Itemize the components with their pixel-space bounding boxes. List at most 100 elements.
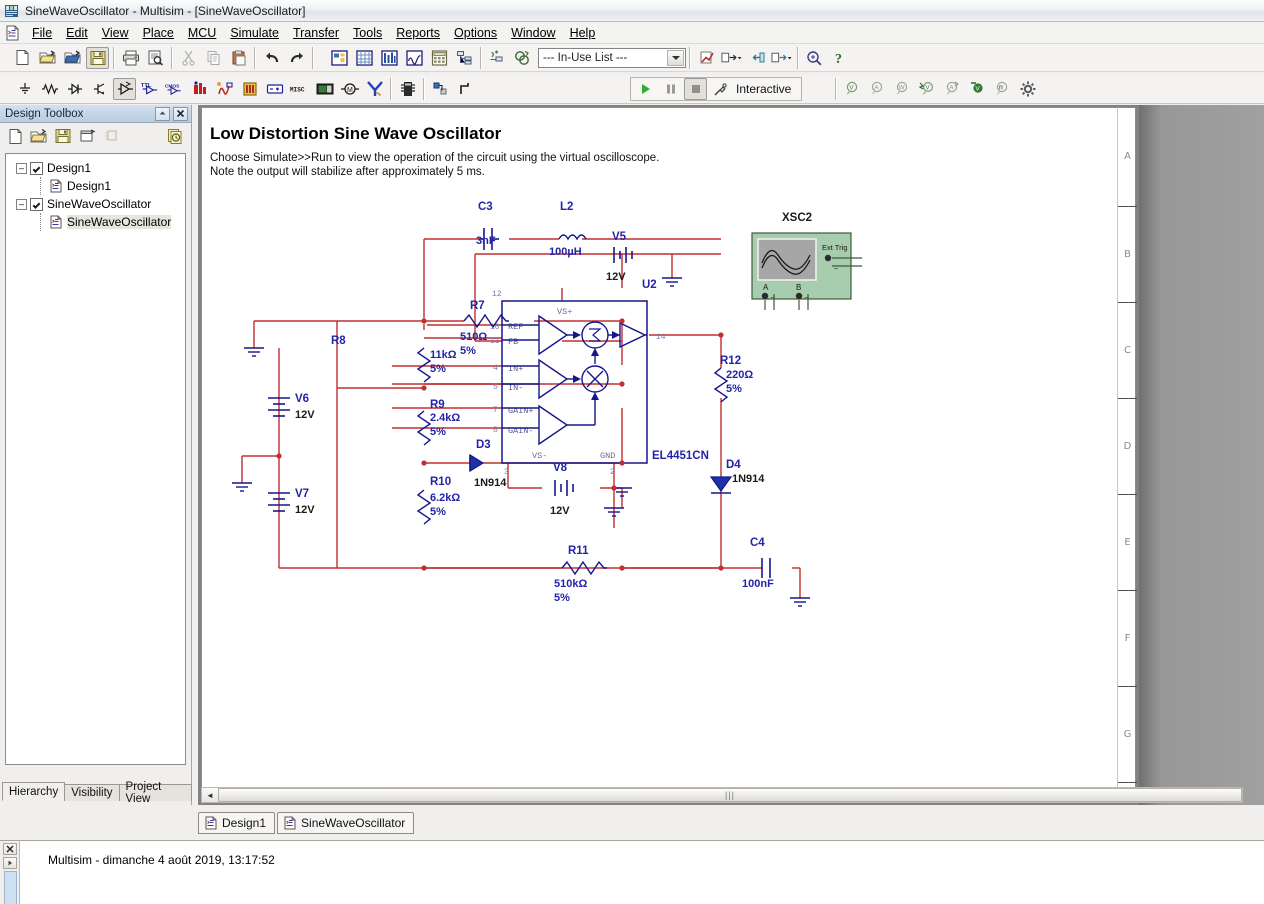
doc-tab-design1[interactable]: Design1 (198, 812, 276, 834)
component-XSC2[interactable]: XSC2 Ext Trig A B – – – (751, 212, 862, 310)
advanced-peripherals-icon[interactable] (313, 78, 336, 100)
new-sheet-icon[interactable] (3, 125, 27, 147)
help-icon[interactable]: ? (828, 47, 851, 69)
analog-icon[interactable] (113, 78, 136, 100)
scroll-thumb[interactable]: ||| (218, 788, 1242, 802)
open-design-icon[interactable] (61, 47, 84, 69)
close-icon[interactable] (2, 843, 17, 855)
create-component-icon[interactable] (486, 47, 509, 69)
run-play-icon[interactable] (634, 78, 657, 100)
component-R10[interactable]: R10 6.2kΩ 5% (416, 476, 460, 525)
referenced-voltage-probe-icon[interactable]: V (966, 78, 989, 100)
menu-window[interactable]: Window (504, 24, 562, 42)
menu-simulate[interactable]: Simulate (223, 24, 286, 42)
power-icon[interactable] (263, 78, 286, 100)
menu-reports[interactable]: Reports (389, 24, 447, 42)
probe-settings-icon[interactable] (1016, 78, 1039, 100)
rename-sheet-icon[interactable] (99, 125, 123, 147)
differential-voltage-probe-icon[interactable]: V (916, 78, 939, 100)
stop-icon[interactable] (684, 78, 707, 100)
toggle-design-toolbox-icon[interactable] (328, 47, 351, 69)
history-icon[interactable] (164, 125, 188, 147)
component-U2-ic[interactable]: VS+ VS- GND 12 10 11 4 5 7 8 3 2 14 REF (490, 290, 709, 477)
menu-mcu[interactable]: MCU (181, 24, 223, 42)
horizontal-scrollbar[interactable]: ◄ ||| (201, 787, 1243, 803)
menu-file[interactable]: File (25, 24, 59, 42)
redo-icon[interactable] (285, 47, 308, 69)
tab-visibility[interactable]: Visibility (64, 784, 120, 801)
circuit-schematic[interactable]: C3 3nF L2 100µH V5 12V U2 VS+ VS- GND 12… (202, 108, 1136, 795)
wattmeter-probe-icon[interactable]: W (891, 78, 914, 100)
in-use-list-select[interactable]: --- In-Use List --- (538, 47, 686, 68)
doc-tab-sinewaveoscillator[interactable]: SineWaveOscillator (277, 812, 415, 834)
new-icon[interactable] (11, 47, 34, 69)
save-icon[interactable] (86, 46, 109, 69)
minimize-icon[interactable] (155, 106, 170, 121)
tree-row[interactable]: – SineWaveOscillator (6, 195, 185, 213)
open-sheet-icon[interactable] (27, 125, 51, 147)
tree-row[interactable]: – Design1 (6, 159, 185, 177)
cut-icon[interactable] (177, 47, 200, 69)
undo-icon[interactable] (260, 47, 283, 69)
tree-expander-icon[interactable]: – (16, 198, 27, 210)
schematic-sheet[interactable]: Low Distortion Sine Wave Oscillator Choo… (201, 107, 1136, 795)
menu-tools[interactable]: Tools (346, 24, 389, 42)
back-annotate-icon[interactable] (720, 47, 743, 69)
tab-project-view[interactable]: Project View (118, 781, 192, 805)
tab-hierarchy[interactable]: Hierarchy (2, 782, 66, 801)
chevron-down-icon[interactable] (667, 49, 684, 66)
ttl-icon[interactable]: TTL (138, 78, 161, 100)
database-manager-icon[interactable] (378, 47, 401, 69)
new-subsheet-icon[interactable] (75, 125, 99, 147)
ammeter-probe-icon[interactable]: A (866, 78, 889, 100)
component-R12[interactable]: R12 220Ω 5% (713, 355, 753, 403)
current-arrow-probe-icon[interactable]: A (941, 78, 964, 100)
component-R8[interactable]: R8 11kΩ 5% (331, 335, 457, 383)
rf-icon[interactable] (363, 78, 386, 100)
checkbox[interactable] (30, 197, 43, 211)
design-tree[interactable]: – Design1 Design1 – SineWaveOscillator S… (5, 153, 186, 765)
ni-components-icon[interactable] (396, 78, 419, 100)
close-icon[interactable] (173, 106, 188, 121)
basic-icon[interactable] (38, 78, 61, 100)
component-V6[interactable]: V6 12V (268, 393, 315, 421)
bus-icon[interactable] (454, 78, 477, 100)
ercheck-icon[interactable] (511, 47, 534, 69)
menu-place[interactable]: Place (136, 24, 181, 42)
postprocessor-icon[interactable] (428, 47, 451, 69)
voltmeter-probe-icon[interactable]: V (841, 78, 864, 100)
electro-mechanical-icon[interactable]: M (338, 78, 361, 100)
tree-expander-icon[interactable]: – (16, 162, 27, 174)
diode-icon[interactable] (63, 78, 86, 100)
digital-probe-icon[interactable] (991, 78, 1014, 100)
component-R11[interactable]: R11 510kΩ 5% (554, 545, 607, 604)
tree-row[interactable]: SineWaveOscillator (6, 213, 185, 231)
paste-icon[interactable] (227, 47, 250, 69)
save-sheet-icon[interactable] (51, 125, 75, 147)
menu-transfer[interactable]: Transfer (286, 24, 346, 42)
scroll-left-arrow-icon[interactable]: ◄ (202, 788, 218, 802)
connectors-icon[interactable] (429, 78, 452, 100)
forward-annotate2-icon[interactable] (770, 47, 793, 69)
forward-annotate-icon[interactable] (745, 47, 768, 69)
misc-icon[interactable]: MISC (288, 78, 311, 100)
open-icon[interactable] (36, 47, 59, 69)
component-L2[interactable]: L2 100µH (549, 201, 587, 258)
new-sheet-icon[interactable] (4, 24, 22, 42)
component-C3[interactable]: C3 3nF (476, 201, 499, 250)
transistor-icon[interactable] (88, 78, 111, 100)
pause-icon[interactable] (659, 78, 682, 100)
misc-digital-icon[interactable] (188, 78, 211, 100)
cmos-icon[interactable]: CMOS (163, 78, 186, 100)
ercheck-run-icon[interactable] (695, 47, 718, 69)
toggle-spreadsheet-view-icon[interactable] (353, 47, 376, 69)
print-preview-icon[interactable] (144, 47, 167, 69)
grapher-icon[interactable] (403, 47, 426, 69)
print-icon[interactable] (119, 47, 142, 69)
source-icon[interactable] (13, 78, 36, 100)
component-C4[interactable]: C4 100nF (742, 537, 774, 590)
parts-list-icon[interactable] (453, 47, 476, 69)
component-D4[interactable]: D4 1N914 (709, 459, 765, 494)
component-R9[interactable]: R9 2.4kΩ 5% (416, 399, 460, 446)
menu-view[interactable]: View (95, 24, 136, 42)
